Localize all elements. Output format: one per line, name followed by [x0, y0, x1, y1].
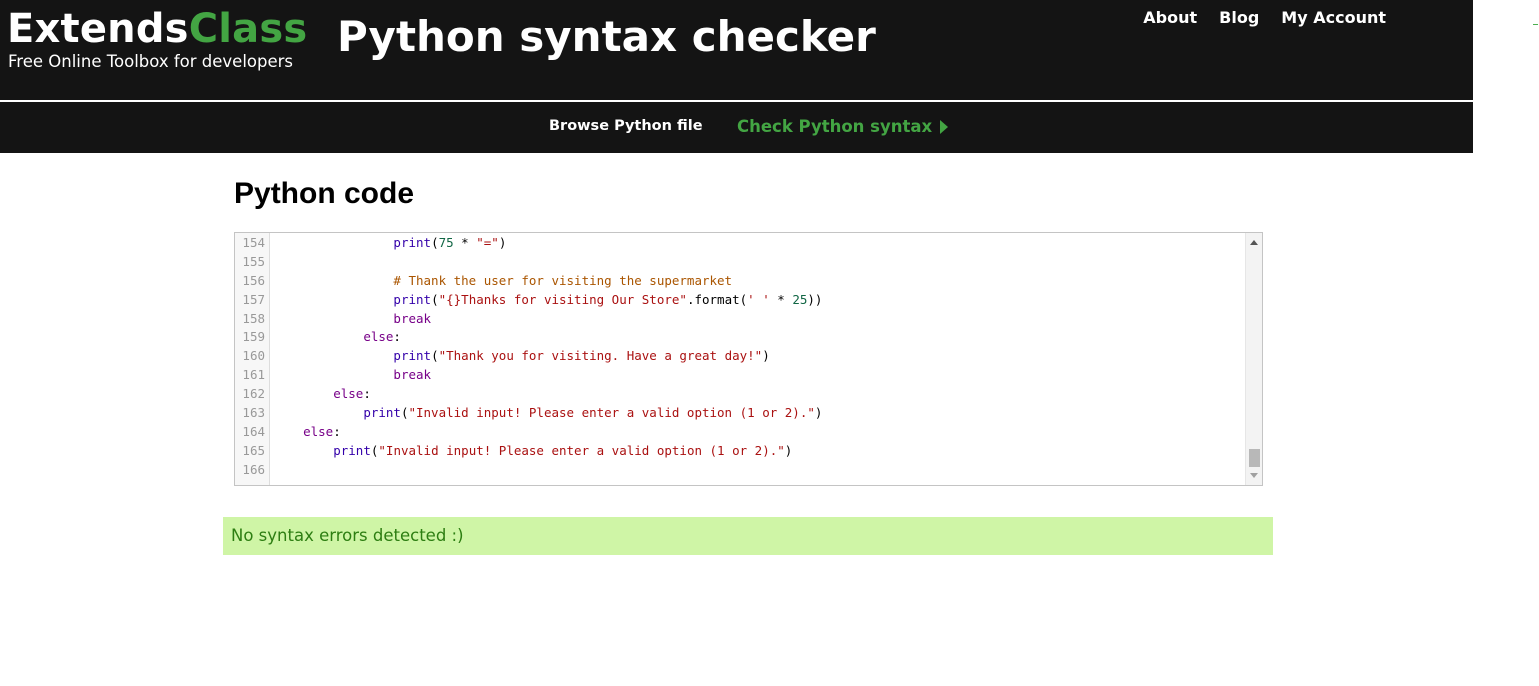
code-token: "Invalid input! Please enter a valid opt… [408, 405, 815, 421]
code-line[interactable]: 159 else: [235, 328, 1245, 347]
code-text: break [273, 310, 431, 329]
scroll-down-arrow-icon[interactable] [1250, 473, 1258, 478]
code-token: : [363, 386, 371, 402]
scrollbar-thumb[interactable] [1249, 449, 1260, 467]
editor-scrollbar[interactable] [1245, 233, 1262, 485]
code-token: "Invalid input! Please enter a valid opt… [378, 442, 785, 458]
code-token: break [393, 310, 432, 326]
site-logo[interactable]: ExtendsClass [7, 6, 307, 52]
code-line[interactable]: 164 else: [235, 423, 1245, 442]
nav-link-blog[interactable]: Blog [1219, 8, 1259, 27]
line-number: 162 [242, 386, 265, 402]
line-number: 160 [242, 348, 265, 364]
browse-file-button[interactable]: Browse Python file [549, 118, 703, 134]
code-token: "Thank you for visiting. Have a great da… [438, 348, 763, 364]
code-token: print [333, 442, 371, 458]
line-number: 164 [242, 423, 265, 439]
line-number: 156 [242, 272, 265, 288]
edge-marker [1533, 24, 1538, 25]
result-banner: No syntax errors detected :) [223, 517, 1273, 555]
code-line[interactable]: 166 [235, 461, 1245, 480]
code-token: ( [431, 291, 439, 307]
code-line[interactable]: 156 # Thank the user for visiting the su… [235, 272, 1245, 291]
code-section-heading: Python code [234, 177, 415, 210]
code-line[interactable]: 165 print("Invalid input! Please enter a… [235, 442, 1245, 461]
code-token: .format( [686, 291, 748, 307]
code-line[interactable]: 155 [235, 253, 1245, 272]
line-number: 154 [242, 235, 265, 250]
line-number: 155 [242, 253, 265, 269]
site-header: ExtendsClass Free Online Toolbox for dev… [0, 0, 1473, 100]
logo-text-accent: Class [188, 6, 308, 52]
line-number: 165 [242, 442, 265, 458]
line-number: 161 [242, 367, 265, 383]
code-lines[interactable]: 154 print(75 * "=") 155 156 # Thank the us… [235, 234, 1245, 480]
code-text: print("{}Thanks for visiting Our Store".… [273, 291, 822, 310]
code-line[interactable]: 163 print("Invalid input! Please enter a… [235, 404, 1245, 423]
result-message: No syntax errors detected :) [231, 526, 464, 545]
code-text: print("Invalid input! Please enter a val… [273, 404, 822, 423]
code-token: else [303, 423, 334, 439]
code-token: # Thank the user for visiting the superm… [393, 272, 733, 288]
line-number: 158 [242, 310, 265, 326]
code-text: print("Invalid input! Please enter a val… [273, 442, 792, 461]
code-line[interactable]: 154 print(75 * "=") [235, 234, 1245, 253]
code-token: print [363, 405, 401, 421]
code-text: break [273, 366, 431, 385]
code-text: print(75 * "=") [273, 234, 506, 253]
code-token: 75 [438, 235, 454, 250]
logo-text: Extends [7, 6, 189, 52]
nav-link-about[interactable]: About [1143, 8, 1197, 27]
code-token: : [393, 329, 401, 345]
top-nav: About Blog My Account [1143, 8, 1386, 27]
code-token: ) [814, 405, 823, 421]
code-line[interactable]: 160 print("Thank you for visiting. Have … [235, 347, 1245, 366]
code-text: # Thank the user for visiting the superm… [273, 272, 732, 291]
code-token: print [393, 291, 432, 307]
code-token: "=" [476, 235, 499, 250]
page-title: Python syntax checker [337, 12, 876, 61]
line-number: 159 [242, 329, 265, 345]
code-line[interactable]: 161 break [235, 366, 1245, 385]
code-token: ) [784, 442, 793, 458]
code-line[interactable]: 158 break [235, 310, 1245, 329]
line-number: 157 [242, 291, 265, 307]
code-token: break [393, 367, 432, 383]
check-syntax-button[interactable]: Check Python syntax [737, 117, 932, 136]
code-token: )) [807, 291, 823, 307]
code-token: else [363, 329, 394, 345]
action-toolbar: Browse Python file Check Python syntax [0, 102, 1473, 153]
code-token: : [333, 423, 341, 439]
scroll-up-arrow-icon[interactable] [1250, 240, 1258, 245]
line-number: 163 [242, 405, 265, 421]
code-token: else [333, 386, 364, 402]
code-token: "{}Thanks for visiting Our Store" [438, 291, 687, 307]
code-line[interactable]: 157 print("{}Thanks for visiting Our Sto… [235, 291, 1245, 310]
code-token: ( [431, 348, 439, 364]
code-editor[interactable]: 154 print(75 * "=") 155 156 # Thank the us… [234, 232, 1263, 486]
play-triangle-icon[interactable] [940, 120, 948, 134]
code-token: ) [762, 348, 770, 364]
code-line[interactable]: 162 else: [235, 385, 1245, 404]
code-token: ' ' [747, 291, 770, 307]
code-token: print [393, 348, 432, 364]
code-token: print [393, 235, 432, 250]
code-token: ( [431, 235, 439, 250]
code-text: else: [273, 423, 341, 442]
code-token: * [769, 291, 793, 307]
code-text: print("Thank you for visiting. Have a gr… [273, 347, 770, 366]
logo-tagline: Free Online Toolbox for developers [8, 52, 294, 71]
code-token: ) [498, 235, 507, 250]
code-token: * [453, 235, 477, 250]
nav-link-my-account[interactable]: My Account [1281, 8, 1386, 27]
line-number: 166 [242, 461, 265, 477]
code-text: else: [273, 385, 371, 404]
code-text: else: [273, 328, 401, 347]
code-token: 25 [792, 291, 808, 307]
